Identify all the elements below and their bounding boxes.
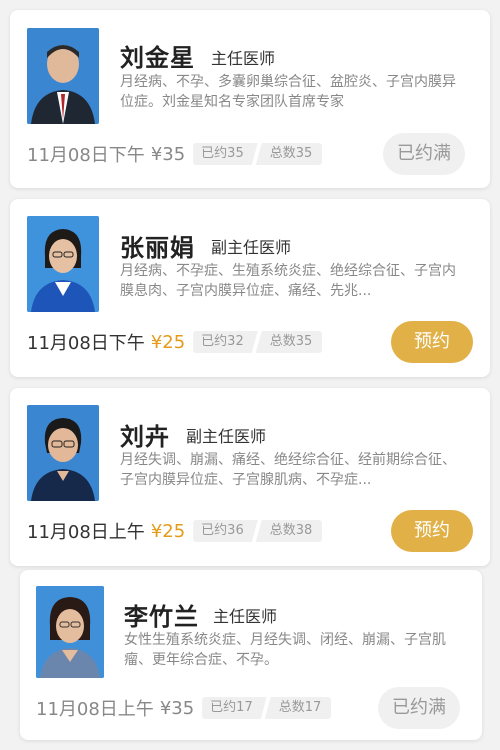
booked-count: 已约17 [202,697,267,719]
price: ¥25 [150,520,186,542]
schedule-date: 11月08日下午 [27,145,145,166]
book-button[interactable]: 预约 [391,321,473,363]
schedule-row: 11月08日下午 ¥35 已约35 总数35 [27,140,323,168]
schedule-date: 11月08日下午 [27,333,145,354]
schedule-date: 11月08日上午 [36,699,154,720]
doctor-specialty: 月经失调、崩漏、痛经、绝经综合征、经前期综合征、子宫内膜异位症、子宫腺肌病、不孕… [120,452,456,488]
doctor-specialty: 女性生殖系统炎症、月经失调、闭经、崩漏、子宫肌瘤、更年综合症、不孕。 [124,632,446,668]
doctor-card[interactable]: 刘金星 主任医师 月经病、不孕、多囊卵巢综合征、盆腔炎、子宫内膜异位症。刘金星知… [10,10,490,188]
total-count: 总数17 [264,697,332,719]
doctor-specialty: 月经病、不孕、多囊卵巢综合征、盆腔炎、子宫内膜异位症。刘金星知名专家团队首席专家 [120,74,456,110]
schedule-date: 11月08日上午 [27,522,145,543]
price: ¥25 [150,331,186,353]
doctor-name: 张丽娟 [120,234,195,262]
doctor-photo [27,405,99,501]
schedule-row: 11月08日上午 ¥35 已约17 总数17 [36,694,332,722]
book-button[interactable]: 预约 [391,510,473,552]
price: ¥35 [150,143,186,165]
doctor-card[interactable]: 刘卉 副主任医师 月经失调、崩漏、痛经、绝经综合征、经前期综合征、子宫内膜异位症… [10,388,490,566]
schedule-row: 11月08日上午 ¥25 已约36 总数38 [27,517,323,545]
doctor-card[interactable]: 张丽娟 副主任医师 月经病、不孕症、生殖系统炎症、绝经综合征、子宫内膜息肉、子宫… [10,199,490,377]
booking-count: 已约35 总数35 [193,143,323,165]
fully-booked-button: 已约满 [383,133,465,175]
booking-count: 已约36 总数38 [193,520,323,542]
booked-count: 已约32 [193,331,258,353]
doctor-photo [36,586,104,678]
doctor-title: 主任医师 [213,607,278,626]
fully-booked-button: 已约满 [378,687,460,729]
schedule-row: 11月08日下午 ¥25 已约32 总数35 [27,328,323,356]
booking-count: 已约17 总数17 [202,697,332,719]
doctor-title: 副主任医师 [211,238,292,257]
doctor-name: 刘金星 [120,44,195,72]
booked-count: 已约35 [193,143,258,165]
total-count: 总数35 [255,143,323,165]
doctor-photo [27,28,99,124]
doctor-card[interactable]: 李竹兰 主任医师 女性生殖系统炎症、月经失调、闭经、崩漏、子宫肌瘤、更年综合症、… [20,570,482,740]
booked-count: 已约36 [193,520,258,542]
doctor-title: 副主任医师 [186,427,267,446]
total-count: 总数35 [255,331,323,353]
price: ¥35 [159,697,195,719]
doctor-title: 主任医师 [211,49,276,68]
doctor-name: 刘卉 [120,423,170,451]
doctor-name: 李竹兰 [124,603,199,631]
doctor-specialty: 月经病、不孕症、生殖系统炎症、绝经综合征、子宫内膜息肉、子宫内膜异位症、痛经、先… [120,263,456,299]
total-count: 总数38 [255,520,323,542]
doctor-photo [27,216,99,312]
booking-count: 已约32 总数35 [193,331,323,353]
